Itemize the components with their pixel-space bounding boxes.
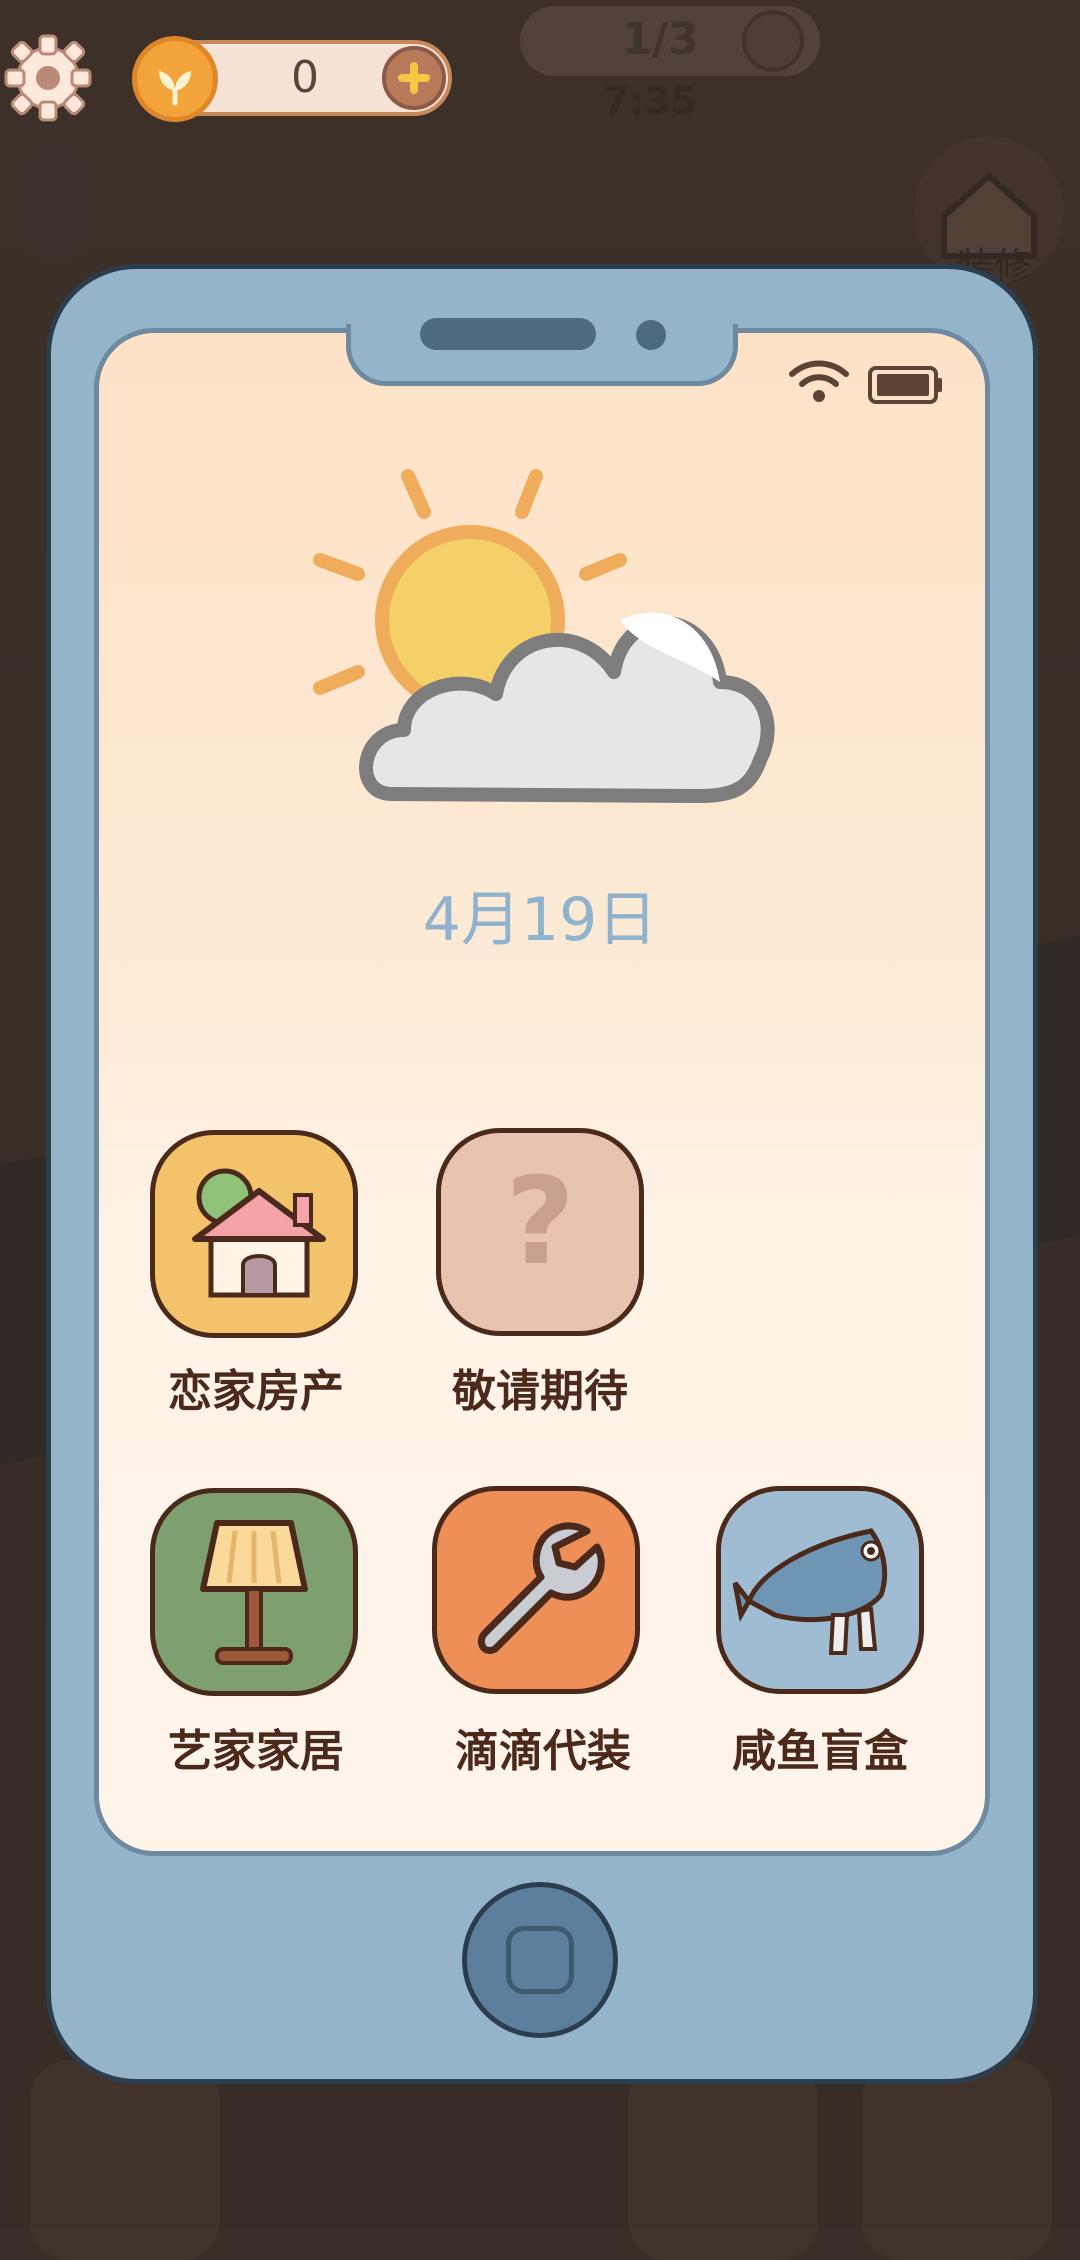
battery-icon — [868, 364, 944, 406]
app-coming-soon-label: 敬请期待 — [452, 1366, 628, 1417]
app-installation-label: 滴滴代装 — [455, 1726, 631, 1777]
app-coming-soon-button[interactable]: ? — [436, 1128, 644, 1336]
add-energy-button — [742, 10, 804, 72]
weather-sunny-cloudy-icon — [300, 460, 780, 860]
wrench-icon — [477, 1522, 605, 1654]
date-display: 4月19日 — [422, 885, 658, 955]
wifi-icon — [788, 356, 850, 406]
energy-timer: 7:35 — [602, 79, 698, 123]
coin-count: 0 — [291, 52, 319, 103]
app-installation-button[interactable] — [432, 1486, 640, 1694]
phone-speaker — [420, 318, 596, 350]
question-mark-icon: ? — [505, 1153, 575, 1292]
camera-target-icon — [0, 140, 110, 260]
fish-icon — [732, 1528, 888, 1655]
dock-button-energy — [30, 2060, 220, 2260]
phone-camera — [636, 320, 666, 350]
app-blind-box-label: 咸鱼盲盒 — [732, 1726, 908, 1777]
settings-gear-icon[interactable] — [0, 30, 96, 126]
energy-value: 1/3 — [621, 14, 699, 65]
lamp-icon — [200, 1520, 308, 1665]
house-icon — [192, 1168, 326, 1298]
app-furniture-button[interactable] — [150, 1488, 358, 1696]
app-furniture-label: 艺家家居 — [168, 1726, 344, 1777]
coin-icon — [132, 36, 218, 122]
home-square-icon — [506, 1926, 574, 1994]
svg-text:?: ? — [505, 1153, 575, 1292]
app-real-estate-label: 恋家房产 — [168, 1366, 344, 1417]
app-real-estate-button[interactable] — [150, 1130, 358, 1338]
add-coins-button[interactable] — [382, 46, 446, 110]
app-blind-box-button[interactable] — [716, 1486, 924, 1694]
dock-button-tools — [628, 2060, 818, 2260]
dock-button-phone — [862, 2060, 1052, 2260]
